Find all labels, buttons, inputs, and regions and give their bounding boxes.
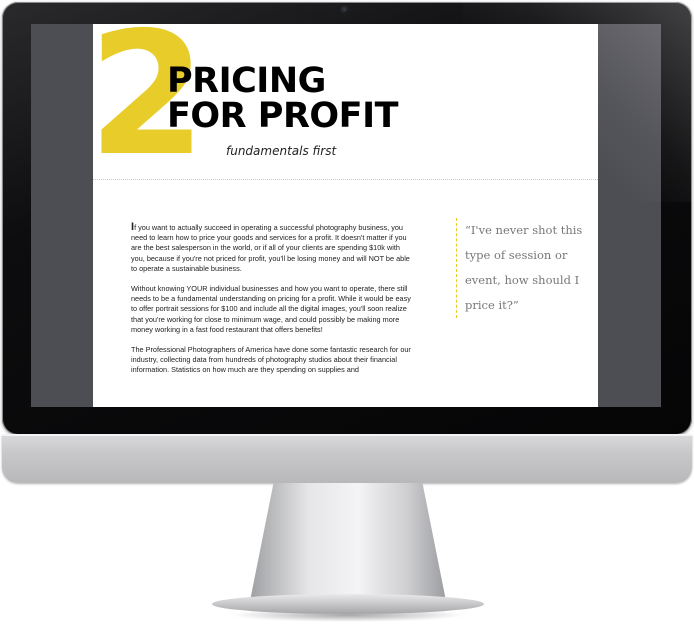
- body-text: If you want to actually succeed in opera…: [131, 222, 411, 386]
- chapter-subtitle: fundamentals first: [226, 144, 337, 158]
- stand-base: [212, 594, 484, 614]
- title-line-2: FOR PROFIT: [167, 96, 398, 136]
- chin-highlight: [2, 434, 692, 436]
- paragraph-3: The Professional Photographers of Americ…: [131, 345, 411, 375]
- document-page: 2 PRICING FOR PROFIT fundamentals first …: [93, 24, 598, 407]
- paragraph-1-text: f you want to actually succeed in operat…: [131, 223, 410, 273]
- chapter-title: PRICING FOR PROFIT: [167, 64, 398, 134]
- camera-icon: [341, 6, 349, 14]
- pull-quote: “I've never shot this type of session or…: [456, 218, 585, 318]
- screen: 2 PRICING FOR PROFIT fundamentals first …: [31, 24, 661, 407]
- monitor-stand: [250, 483, 446, 601]
- section-divider: [93, 179, 598, 180]
- title-line-1: PRICING: [167, 61, 326, 101]
- monitor-chin: [2, 435, 692, 483]
- paragraph-1: If you want to actually succeed in opera…: [131, 222, 411, 274]
- paragraph-2: Without knowing YOUR individual business…: [131, 284, 411, 334]
